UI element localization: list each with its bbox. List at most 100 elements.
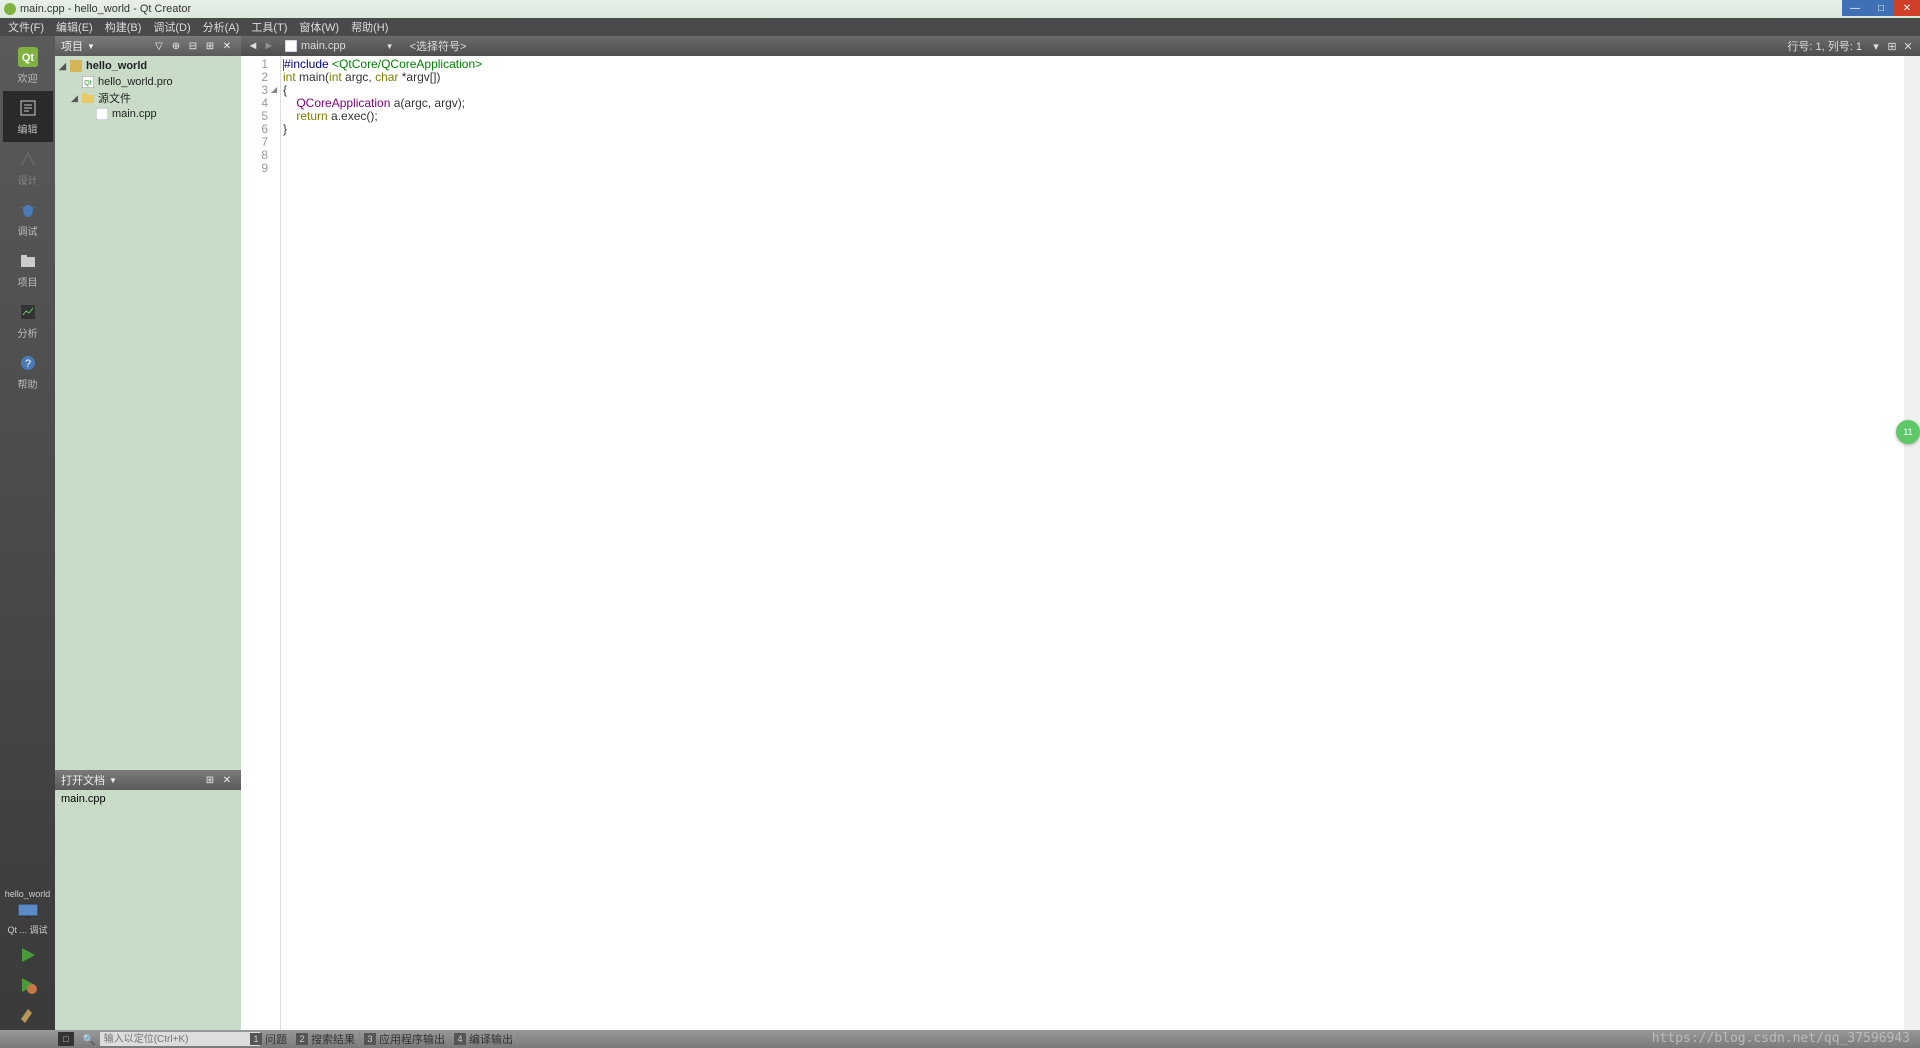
tree-label: hello_world — [86, 60, 147, 72]
close-panel-icon[interactable]: ✕ — [219, 38, 235, 54]
vertical-scrollbar[interactable] — [1904, 56, 1920, 1030]
tree-sources-folder[interactable]: ◢ 源文件 — [55, 90, 241, 106]
analyze-icon — [17, 301, 39, 323]
watermark: https://blog.csdn.net/qq_37596943 — [1652, 1031, 1910, 1046]
monitor-icon — [15, 901, 41, 921]
tab-search[interactable]: 2搜索结果 — [292, 1031, 360, 1047]
expand-icon[interactable]: ◢ — [71, 93, 81, 104]
side-panels: 项目 ▼ ▽ ⊕ ⊟ ⊞ ✕ ◢ hello_world Qt hello_wo… — [55, 36, 241, 1030]
qt-icon: Qt — [17, 46, 39, 68]
pro-file-icon: Qt — [81, 76, 95, 88]
symbol-selector[interactable]: <选择符号> — [402, 38, 475, 54]
svg-text:Qt: Qt — [21, 52, 34, 64]
mode-label: 项目 — [18, 274, 38, 289]
project-tree[interactable]: ◢ hello_world Qt hello_world.pro ◢ 源文件 m… — [55, 56, 241, 770]
tree-label: main.cpp — [112, 108, 157, 120]
menu-window[interactable]: 窗体(W) — [293, 19, 345, 35]
mode-edit[interactable]: 编辑 — [3, 91, 53, 142]
tab-app-output[interactable]: 3应用程序输出 — [360, 1031, 450, 1047]
mode-help[interactable]: ? 帮助 — [3, 346, 53, 397]
output-tabs: 1问题 2搜索结果 3应用程序输出 4编译输出 — [246, 1031, 518, 1047]
tree-pro-file[interactable]: Qt hello_world.pro — [55, 74, 241, 90]
tab-compile[interactable]: 4编译输出 — [450, 1031, 518, 1047]
sync-icon[interactable]: ⊕ — [168, 38, 184, 54]
editor-toolbar: ◄ ► main.cpp ▼ <选择符号> 行号: 1, 列号: 1 ▾ ⊞ ✕ — [241, 36, 1920, 56]
panel-title: 项目 — [61, 38, 83, 54]
badge-value: 11 — [1903, 427, 1912, 437]
split-icon[interactable]: ⊞ — [202, 38, 218, 54]
cursor-position: 行号: 1, 列号: 1 — [1781, 38, 1868, 54]
debug-run-button[interactable] — [13, 972, 43, 998]
chevron-down-icon[interactable]: ▼ — [87, 42, 95, 51]
mode-design[interactable]: 设计 — [3, 142, 53, 193]
menu-file[interactable]: 文件(F) — [2, 19, 50, 35]
bookmark-icon[interactable]: ▾ — [1868, 40, 1884, 53]
menu-build[interactable]: 构建(B) — [99, 19, 148, 35]
menu-tools[interactable]: 工具(T) — [245, 19, 293, 35]
open-docs-list[interactable]: main.cpp — [55, 790, 241, 1030]
mode-welcome[interactable]: Qt 欢迎 — [3, 40, 53, 91]
nav-back-button[interactable]: ◄ — [245, 40, 261, 52]
open-docs-header: 打开文档 ▼ ⊞ ✕ — [55, 770, 241, 790]
kit-config: Qt ... 调试 — [5, 923, 51, 936]
mode-label: 帮助 — [18, 376, 38, 391]
output-pane-icon[interactable]: □ — [58, 1032, 74, 1046]
current-file: main.cpp — [301, 40, 346, 52]
title-bar: main.cpp - hello_world - Qt Creator — □ … — [0, 0, 1920, 18]
edit-icon — [17, 97, 39, 119]
code-editor[interactable]: 1 2 3 4 5 6 7 8 9 ◢ #include <QtCore/QCo… — [241, 56, 1920, 1030]
folder-icon — [81, 92, 95, 104]
chevron-down-icon[interactable]: ▼ — [109, 776, 117, 785]
fold-icon[interactable]: ◢ — [271, 83, 277, 96]
split-editor-icon[interactable]: ⊞ — [1884, 40, 1900, 53]
window-controls: — □ ✕ — [1842, 0, 1920, 16]
menu-help[interactable]: 帮助(H) — [345, 19, 394, 35]
svg-text:Qt: Qt — [84, 80, 91, 87]
close-editor-icon[interactable]: ✕ — [1900, 40, 1916, 53]
filter-icon[interactable]: ▽ — [151, 38, 167, 54]
menu-debug[interactable]: 调试(D) — [147, 19, 196, 35]
run-button[interactable] — [13, 942, 43, 968]
maximize-button[interactable]: □ — [1868, 0, 1894, 16]
close-button[interactable]: ✕ — [1894, 0, 1920, 16]
editor-area: ◄ ► main.cpp ▼ <选择符号> 行号: 1, 列号: 1 ▾ ⊞ ✕… — [241, 36, 1920, 1030]
mode-debug[interactable]: 调试 — [3, 193, 53, 244]
line-number: 9 — [241, 162, 268, 175]
folder-icon — [17, 250, 39, 272]
split-icon[interactable]: ⊞ — [202, 772, 218, 788]
tree-project-root[interactable]: ◢ hello_world — [55, 58, 241, 74]
menu-edit[interactable]: 编辑(E) — [50, 19, 99, 35]
tree-source-file[interactable]: main.cpp — [55, 106, 241, 122]
mode-project[interactable]: 项目 — [3, 244, 53, 295]
qt-logo-icon — [4, 3, 16, 15]
tree-label: 源文件 — [98, 90, 131, 106]
menu-analyze[interactable]: 分析(A) — [197, 19, 246, 35]
build-button[interactable] — [13, 1002, 43, 1028]
tree-label: hello_world.pro — [98, 76, 173, 88]
project-icon — [69, 60, 83, 72]
locator-input[interactable] — [100, 1032, 260, 1046]
symbol-label: <选择符号> — [410, 41, 467, 53]
expand-icon[interactable]: ◢ — [59, 61, 69, 72]
kit-selector[interactable]: hello_world Qt ... 调试 — [5, 885, 51, 940]
floating-badge[interactable]: 11 — [1896, 420, 1920, 444]
mode-label: 分析 — [18, 325, 38, 340]
tab-label: 编译输出 — [469, 1031, 513, 1047]
code-content[interactable]: #include <QtCore/QCoreApplication>int ma… — [281, 56, 1904, 1030]
nav-fwd-button[interactable]: ► — [261, 40, 277, 52]
file-selector[interactable]: main.cpp ▼ — [277, 40, 402, 52]
minimize-button[interactable]: — — [1842, 0, 1868, 16]
window-title: main.cpp - hello_world - Qt Creator — [20, 3, 191, 15]
collapse-icon[interactable]: ⊟ — [185, 38, 201, 54]
line-gutter: 1 2 3 4 5 6 7 8 9 ◢ — [241, 56, 281, 1030]
close-panel-icon[interactable]: ✕ — [219, 772, 235, 788]
tab-issues[interactable]: 1问题 — [246, 1031, 292, 1047]
tab-label: 问题 — [265, 1031, 287, 1047]
status-bar: □ 🔍 1问题 2搜索结果 3应用程序输出 4编译输出 https://blog… — [0, 1030, 1920, 1048]
main-area: Qt 欢迎 编辑 设计 调试 项目 分析 ? 帮助 hello_wo — [0, 36, 1920, 1030]
mode-label: 欢迎 — [18, 70, 38, 85]
open-doc-item[interactable]: main.cpp — [55, 790, 241, 808]
doc-name: main.cpp — [61, 793, 106, 805]
mode-analyze[interactable]: 分析 — [3, 295, 53, 346]
design-icon — [17, 148, 39, 170]
